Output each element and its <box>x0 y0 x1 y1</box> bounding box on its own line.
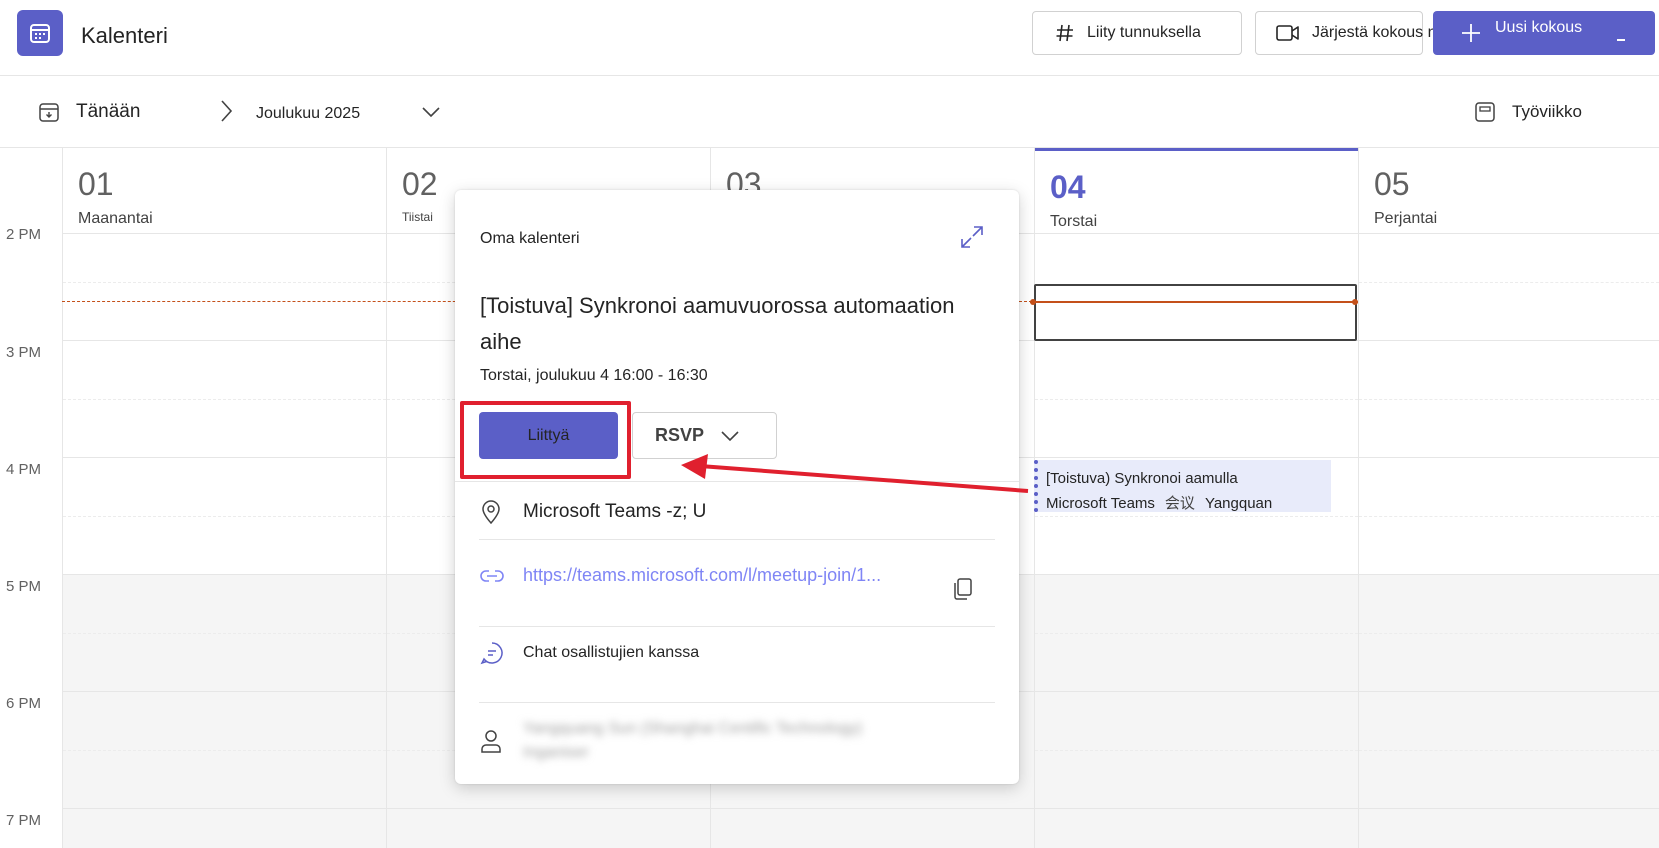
arrow-annotation-icon <box>681 454 1029 493</box>
